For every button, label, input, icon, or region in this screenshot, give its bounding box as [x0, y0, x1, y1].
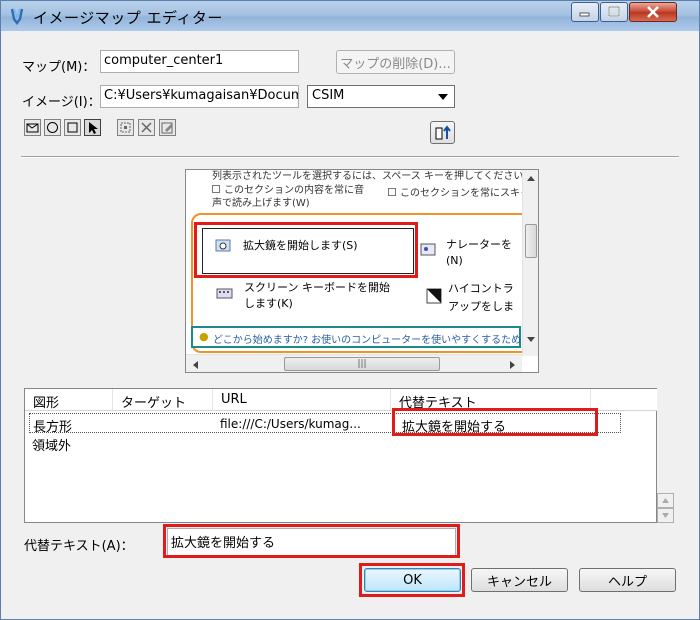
square-icon	[67, 122, 78, 133]
lightbulb-icon: ●	[199, 330, 209, 343]
close-icon	[647, 6, 659, 18]
preview-item4-sub: アップをしま	[448, 300, 514, 313]
maximize-icon	[608, 6, 620, 17]
preview-vertical-scrollbar[interactable]	[522, 170, 538, 356]
edit-pencil-icon	[161, 122, 173, 134]
preview-checkbox-2: このセクションを常にスキャン	[388, 184, 522, 199]
image-format-value: CSIM	[312, 88, 345, 103]
image-label: イメージ(I)：	[22, 95, 101, 110]
row2-shape: 領域外	[32, 439, 72, 454]
column-header-target[interactable]: ターゲット	[113, 389, 213, 411]
alt-text-label: 代替テキスト(A)：	[24, 539, 134, 554]
window-title: イメージマップ エディター	[33, 9, 223, 27]
high-contrast-icon	[426, 288, 442, 304]
checkbox-icon	[388, 188, 396, 196]
cancel-button[interactable]: キャンセル	[471, 568, 568, 592]
circle-tool-button[interactable]	[44, 119, 61, 136]
rectangle-icon	[26, 123, 39, 133]
scroll-right-icon[interactable]	[509, 360, 517, 370]
dropdown-arrow-icon	[438, 94, 448, 100]
close-button[interactable]	[629, 2, 677, 22]
checkbox-icon	[212, 185, 220, 193]
keyboard-icon	[216, 288, 233, 299]
preview-hscroll-thumb[interactable]: |||	[284, 357, 440, 371]
preview-item3-label: スクリーン キーボードを開始します(K)	[244, 281, 390, 310]
export-button[interactable]	[430, 121, 455, 144]
preview-item4-label: ハイコントラ	[448, 282, 514, 295]
highlight-alt-text-input	[163, 524, 460, 558]
maximize-button[interactable]	[600, 2, 628, 22]
delete-map-button[interactable]: マップの削除(D)...	[336, 50, 455, 74]
preview-vscroll-thumb[interactable]	[525, 224, 537, 258]
minimize-button[interactable]	[571, 2, 599, 22]
column-header-empty	[591, 389, 657, 411]
help-button[interactable]: ヘルプ	[579, 568, 676, 592]
preview-header-text: 列表示されたツールを選択するには、スペース キーを押してください。	[212, 171, 522, 182]
table-scroll-spinner[interactable]	[657, 493, 674, 523]
image-path-input[interactable]: C:¥Users¥kumagaisan¥Docume	[100, 85, 299, 108]
preview-banner: ● どこから始めますか? お使いのコンピューターを使いやすくするための推奨事	[191, 326, 522, 348]
edit-area-tool-button[interactable]	[159, 119, 176, 136]
highlight-alt-text-cell	[392, 408, 598, 436]
preview-check1-label: このセクションの内容を常に音声で読み上げます(W)	[212, 185, 364, 209]
scroll-down-small-icon[interactable]	[657, 508, 674, 523]
circle-icon	[47, 122, 58, 133]
preview-item2-key: (N)	[446, 254, 463, 267]
highlight-ok-button	[359, 563, 465, 597]
app-icon	[10, 8, 24, 25]
column-header-shape[interactable]: 図形	[25, 389, 113, 411]
image-format-select[interactable]: CSIM	[307, 85, 455, 108]
highlight-preview-area	[194, 222, 418, 278]
square-tool-button[interactable]	[64, 119, 81, 136]
preview-check2-label: このセクションを常にスキャン	[400, 188, 522, 199]
select-area-icon	[120, 122, 131, 133]
scroll-left-icon[interactable]	[191, 360, 199, 370]
column-header-url[interactable]: URL	[213, 389, 391, 411]
scroll-up-small-icon[interactable]	[657, 493, 674, 508]
narrator-icon	[420, 243, 436, 256]
scroll-up-icon[interactable]	[526, 174, 536, 182]
rectangle-tool-button[interactable]	[24, 119, 41, 136]
table-row[interactable]: 領域外	[29, 433, 621, 454]
title-bar[interactable]: イメージマップ エディター	[1, 1, 699, 31]
upload-arrow-icon	[435, 124, 451, 139]
separator	[21, 156, 679, 158]
select-area-tool-button[interactable]	[117, 119, 134, 136]
image-map-editor-window: イメージマップ エディター マップ(M)： computer_center1 マ…	[0, 0, 700, 620]
preview-banner-text: どこから始めますか? お使いのコンピューターを使いやすくするための推奨事	[213, 335, 522, 346]
map-label: マップ(M)：	[22, 60, 96, 75]
minimize-icon	[579, 12, 590, 17]
preview-checkbox-1: このセクションの内容を常に音声で読み上げます(W)	[212, 184, 372, 210]
preview-horizontal-scrollbar[interactable]: |||	[186, 354, 522, 372]
scroll-down-icon[interactable]	[526, 336, 536, 344]
pointer-icon	[89, 122, 98, 134]
pointer-tool-button[interactable]	[84, 119, 101, 136]
preview-item2-label: ナレーターを	[446, 238, 512, 251]
delete-area-tool-button[interactable]	[138, 119, 155, 136]
map-name-input[interactable]: computer_center1	[100, 50, 299, 73]
delete-x-icon	[141, 122, 152, 133]
row1-url: file:///C:/Users/kumag...	[220, 417, 361, 431]
